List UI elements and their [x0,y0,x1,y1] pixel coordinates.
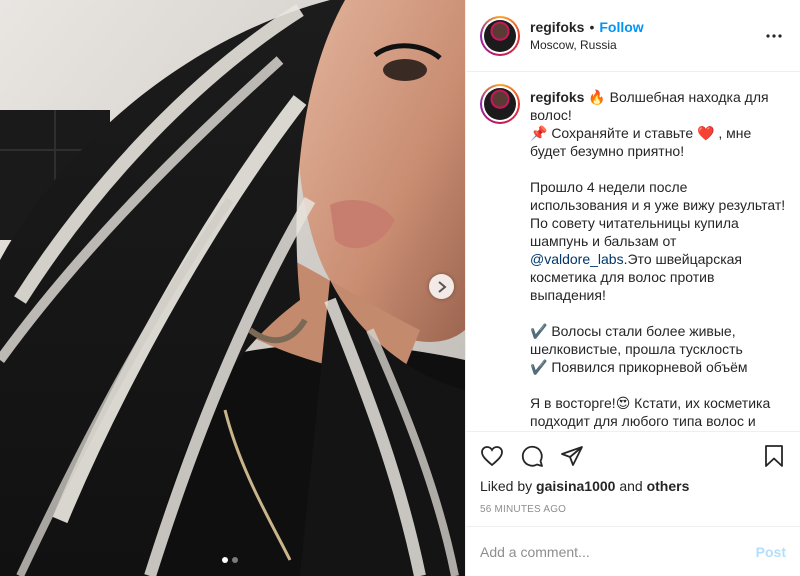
caption-text: regifoks 🔥 Волшебная находка для волос! … [530,84,786,431]
comment-icon[interactable] [520,444,544,468]
more-horizontal-icon [766,33,782,38]
heart-icon[interactable] [480,444,504,468]
location-link[interactable]: Moscow, Russia [530,38,762,52]
post-comment-button[interactable]: Post [756,544,786,560]
action-bar [466,432,800,480]
chevron-right-icon [437,280,447,293]
avatar[interactable] [480,15,520,56]
caption-body-2: .Это швейцарская косметика для волос про… [530,251,771,429]
follow-button[interactable]: Follow [599,19,643,35]
post-sidebar: regifoks • Follow Moscow, Russia regifok… [465,0,800,576]
likes-middle: and [615,478,647,494]
caption-avatar[interactable] [480,84,520,124]
likes-summary: Liked by gaisina1000 and others [466,478,800,494]
avatar-image [484,88,516,120]
carousel-dot [232,557,238,563]
avatar-image [484,19,516,52]
likes-prefix: Liked by [480,478,537,494]
more-options-button[interactable] [762,24,786,48]
caption-username[interactable]: regifoks [530,89,584,105]
carousel-dot-active [222,557,228,563]
comment-form: Post [466,526,800,576]
photo-image [0,0,465,576]
share-icon[interactable] [560,444,584,468]
mention-link[interactable]: @valdore_labs [530,251,624,267]
caption-body-1: 🔥 Волшебная находка для волос! 📌 Сохраня… [530,89,786,249]
comment-input[interactable] [480,543,756,560]
caption-section[interactable]: regifoks 🔥 Волшебная находка для волос! … [466,72,800,432]
post-photo[interactable] [0,0,465,576]
post-header: regifoks • Follow Moscow, Russia [466,0,800,72]
likes-others-link[interactable]: others [647,478,690,494]
post-timestamp[interactable]: 56 MINUTES AGO [466,494,800,515]
username-link[interactable]: regifoks [530,19,584,35]
carousel-next-button[interactable] [429,274,454,299]
separator-dot: • [589,19,595,35]
carousel-indicator [222,557,238,563]
bookmark-icon[interactable] [762,444,786,468]
liked-by-user[interactable]: gaisina1000 [536,478,615,494]
instagram-post: regifoks • Follow Moscow, Russia regifok… [0,0,800,576]
